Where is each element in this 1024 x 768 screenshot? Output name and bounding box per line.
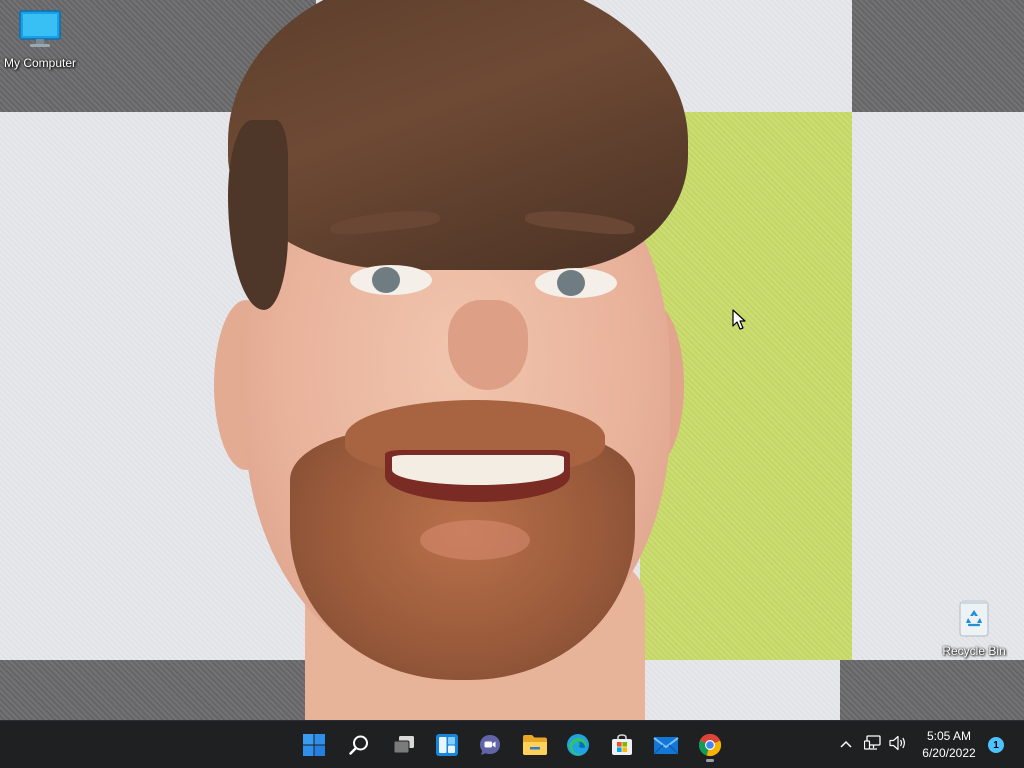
mouse-pointer-icon [732, 309, 746, 330]
task-view-icon [392, 734, 416, 756]
recycle-bin-icon [934, 598, 1014, 641]
desktop-icon-label: My Computer [3, 56, 77, 70]
desktop-icon-my-computer[interactable]: My Computer [0, 10, 80, 70]
store-icon [610, 733, 634, 757]
desktop-icon-recycle-bin[interactable]: Recycle Bin [934, 598, 1014, 658]
monitor-icon [0, 10, 80, 53]
search-icon [348, 734, 370, 756]
search-button[interactable] [341, 727, 377, 763]
chrome-button[interactable] [692, 727, 728, 763]
store-button[interactable] [604, 727, 640, 763]
volume-button[interactable] [888, 735, 908, 755]
edge-button[interactable] [560, 727, 596, 763]
running-indicator [706, 759, 714, 762]
chat-icon [478, 733, 502, 757]
task-view-button[interactable] [386, 727, 422, 763]
desktop-wallpaper [0, 0, 1024, 720]
chrome-icon [698, 733, 722, 757]
widgets-icon [435, 733, 459, 757]
taskbar: 5:05 AM 6/20/2022 1 [0, 720, 1024, 768]
file-explorer-button[interactable] [517, 727, 553, 763]
volume-icon [889, 735, 907, 756]
desktop-screen: My Computer Recycle Bin 5:05 AM 6/20/202… [0, 0, 1024, 768]
edge-icon [566, 733, 590, 757]
desktop-icon-label: Recycle Bin [942, 644, 1006, 658]
notification-count: 1 [993, 739, 999, 751]
notification-badge[interactable]: 1 [988, 737, 1004, 753]
folder-icon [522, 734, 548, 756]
windows-start-icon [302, 733, 326, 757]
network-button[interactable] [863, 734, 883, 756]
chevron-up-icon [839, 736, 853, 754]
clock-time: 5:05 AM [926, 729, 972, 743]
clock-date: 6/20/2022 [922, 746, 976, 760]
chat-button[interactable] [472, 727, 508, 763]
show-hidden-icons-button[interactable] [836, 735, 856, 755]
start-button[interactable] [296, 727, 332, 763]
network-icon [863, 734, 882, 756]
mail-button[interactable] [648, 727, 684, 763]
widgets-button[interactable] [429, 727, 465, 763]
mail-icon [653, 734, 679, 756]
clock-button[interactable]: 5:05 AM 6/20/2022 [914, 728, 984, 762]
